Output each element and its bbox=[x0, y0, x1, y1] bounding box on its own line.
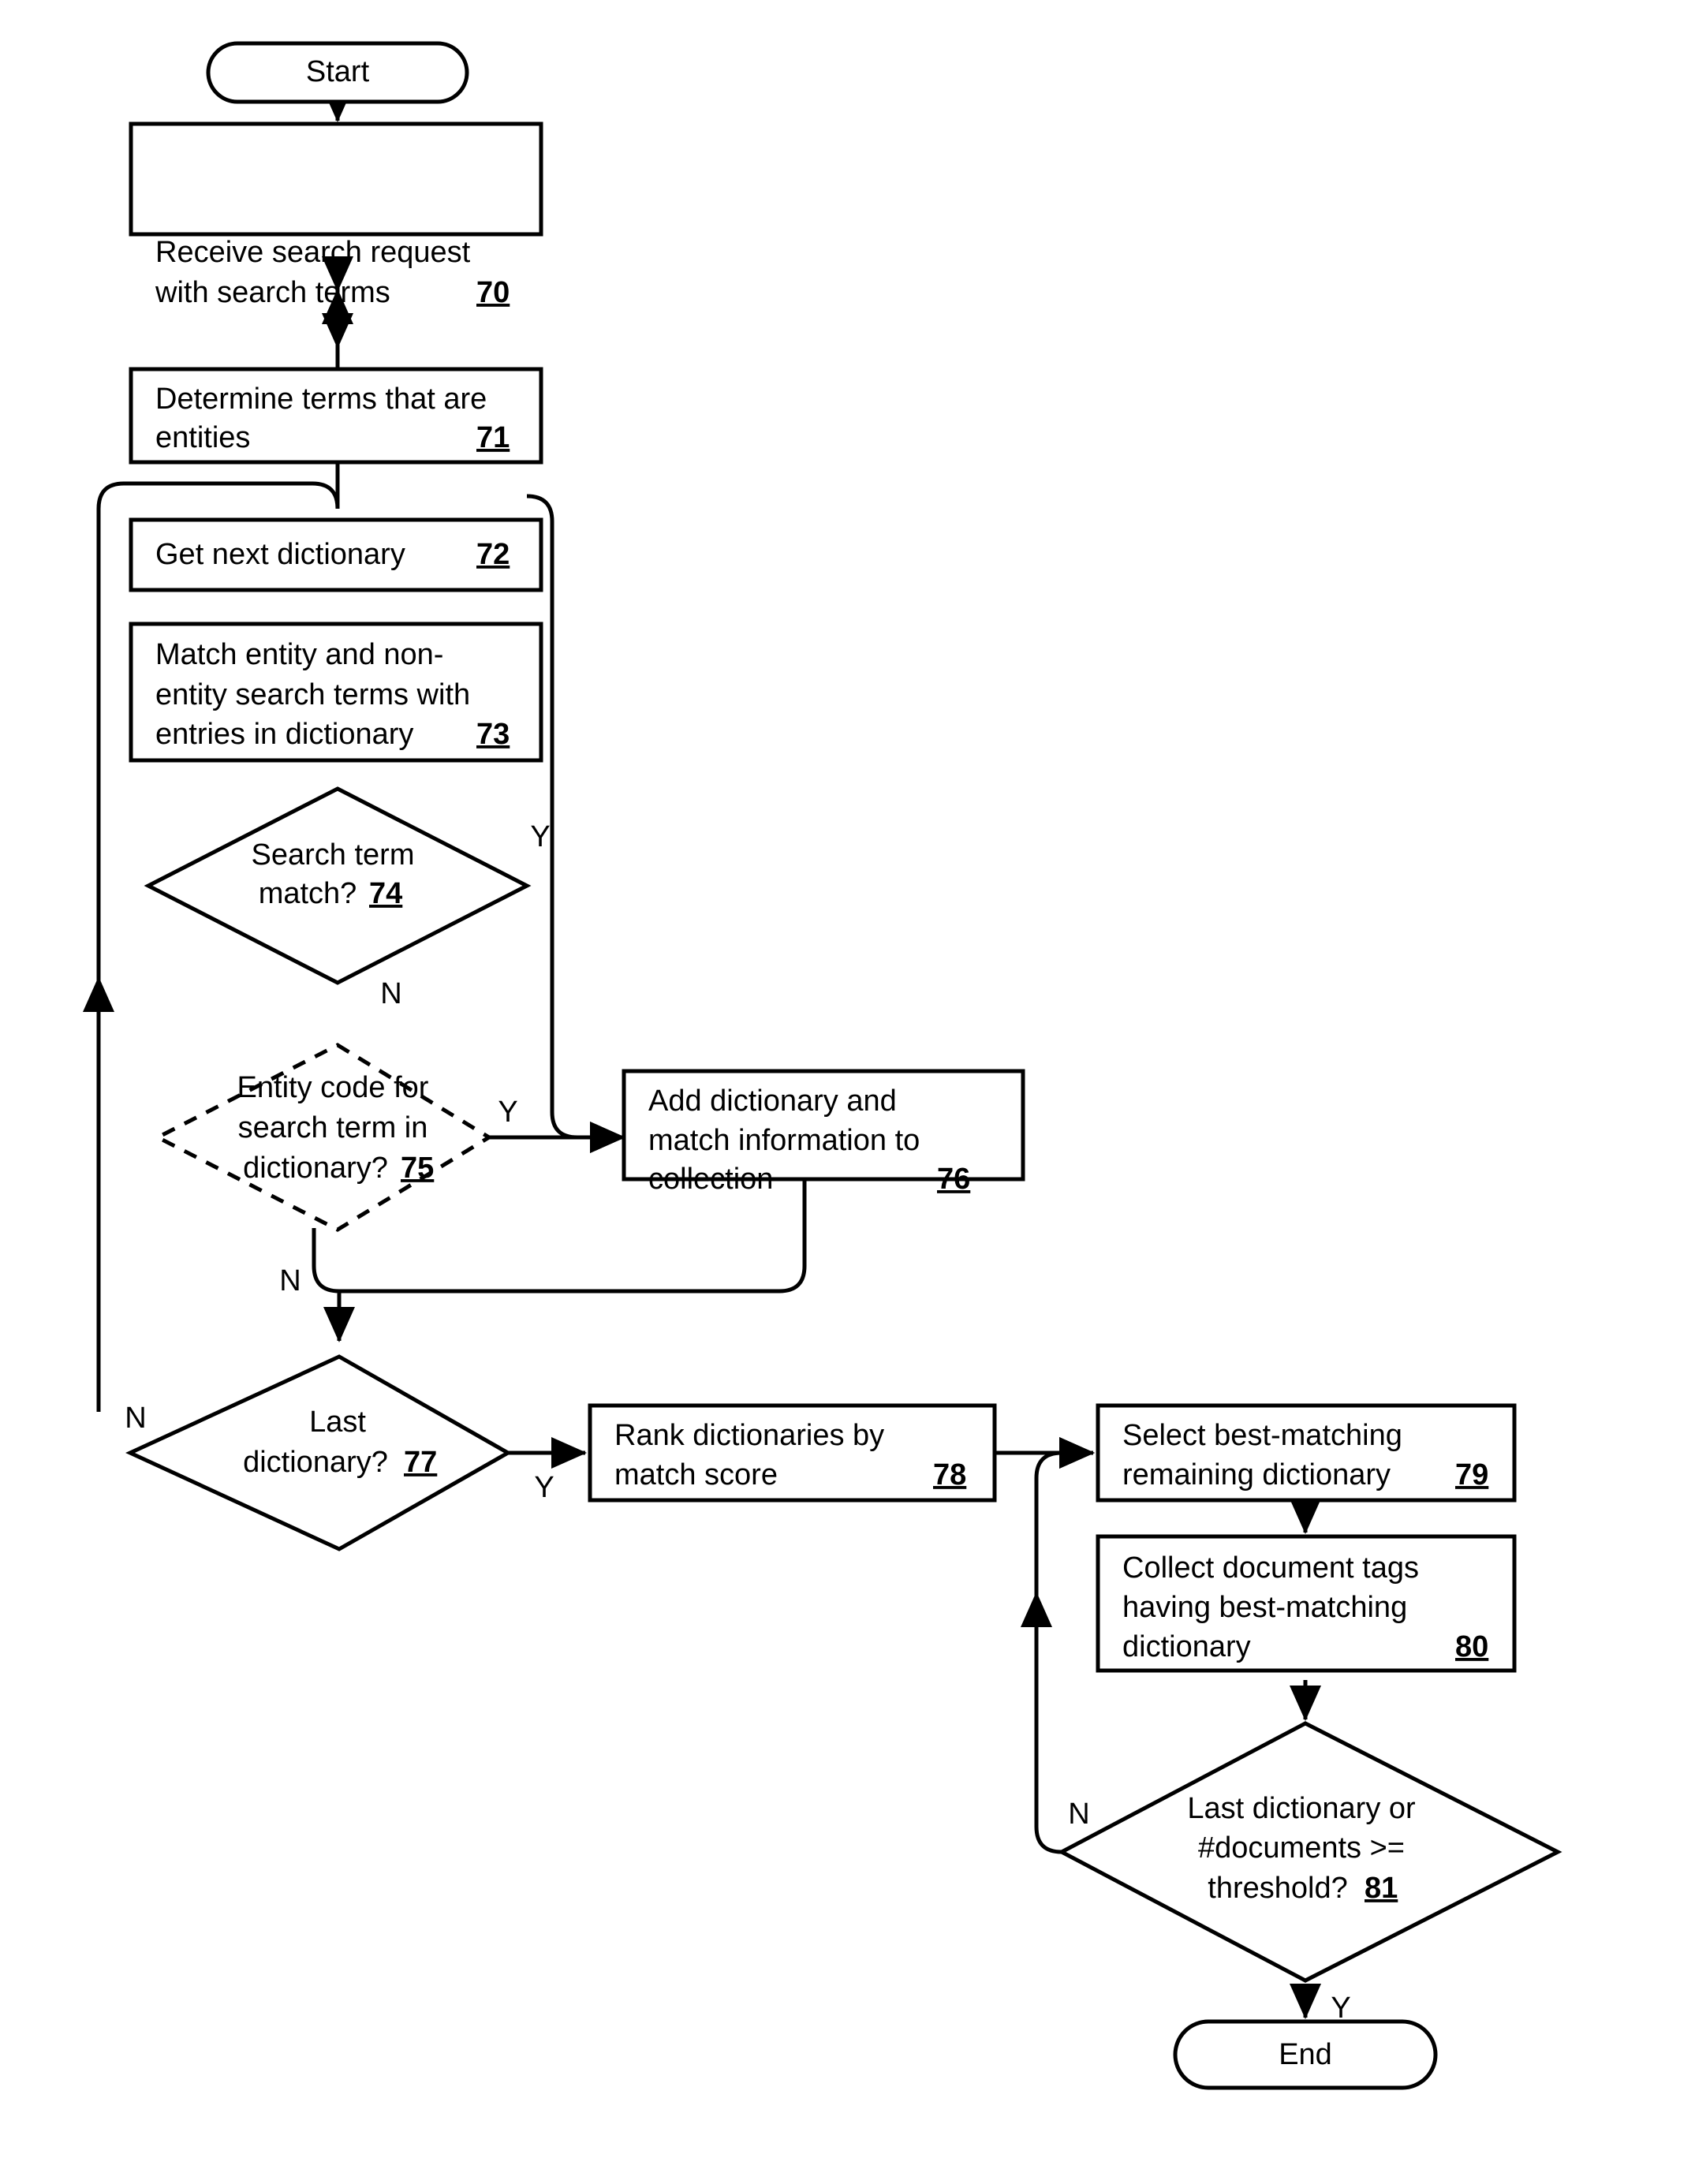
node-79-line1: Select best-matching bbox=[1122, 1419, 1402, 1452]
node-73-line1: Match entity and non- bbox=[155, 638, 443, 671]
node-74-label-yes: Y bbox=[530, 820, 550, 853]
node-75-label-no: N bbox=[279, 1264, 301, 1297]
node-76-line1: Add dictionary and bbox=[648, 1085, 897, 1118]
node-72-line1: Get next dictionary bbox=[155, 538, 405, 571]
node-71-ref: 71 bbox=[476, 421, 510, 454]
node-start-label: Start bbox=[306, 55, 370, 88]
node-75-line2: search term in bbox=[238, 1111, 428, 1144]
node-77-ref: 77 bbox=[404, 1446, 437, 1479]
node-76-line2: match information to bbox=[648, 1124, 920, 1157]
node-81-ref: 81 bbox=[1365, 1872, 1398, 1905]
node-73-line3: entries in dictionary bbox=[155, 718, 413, 751]
node-71-line2: entities bbox=[155, 421, 250, 454]
node-79-line2: remaining dictionary bbox=[1122, 1458, 1391, 1491]
flowchart-canvas: Start Receive search request with search… bbox=[0, 0, 1695, 2184]
node-74-label-no: N bbox=[380, 977, 401, 1010]
node-71-line1: Determine terms that are bbox=[155, 383, 487, 416]
node-73-line2: entity search terms with bbox=[155, 678, 470, 711]
node-80-ref: 80 bbox=[1455, 1630, 1488, 1663]
node-78-ref: 78 bbox=[933, 1458, 966, 1491]
connector-76-to-merge bbox=[339, 1179, 807, 1294]
node-70-line1: Receive search request bbox=[155, 236, 471, 269]
node-81-label-no: N bbox=[1068, 1798, 1089, 1831]
node-70-box bbox=[129, 121, 543, 237]
node-80-line1: Collect document tags bbox=[1122, 1551, 1419, 1585]
node-75-line1: Entity code for bbox=[237, 1071, 429, 1104]
node-80-line2: having best-matching bbox=[1122, 1591, 1407, 1624]
node-77-line1: Last bbox=[309, 1406, 366, 1439]
node-end-label: End bbox=[1279, 2038, 1332, 2071]
node-81-line3: threshold? bbox=[1208, 1872, 1347, 1905]
node-74-line2: match? bbox=[259, 877, 357, 910]
node-78-line1: Rank dictionaries by bbox=[614, 1419, 884, 1452]
connector-75-no-to-77 bbox=[312, 1228, 355, 1342]
flowchart-svg: Start Receive search request with search… bbox=[83, 41, 1562, 2090]
node-73-ref: 73 bbox=[476, 718, 510, 751]
node-70-ref: 70 bbox=[476, 276, 510, 309]
node-74-ref: 74 bbox=[369, 877, 402, 910]
node-75-ref: 75 bbox=[401, 1152, 434, 1185]
node-77-line2: dictionary? bbox=[243, 1446, 388, 1479]
node-81-line2: #documents >= bbox=[1198, 1831, 1405, 1865]
node-70-line2: with search terms bbox=[155, 276, 390, 309]
node-80-line3: dictionary bbox=[1122, 1630, 1251, 1663]
node-79-ref: 79 bbox=[1455, 1458, 1488, 1491]
node-75-label-yes: Y bbox=[498, 1096, 517, 1129]
node-76-line3: collection bbox=[648, 1163, 773, 1196]
node-76-ref: 76 bbox=[937, 1163, 970, 1196]
connector-81-no-to-79 bbox=[1034, 1437, 1095, 1854]
node-75-line3: dictionary? bbox=[243, 1152, 388, 1185]
node-74-line1: Search term bbox=[252, 838, 415, 872]
connector-74-yes-to-76 bbox=[526, 494, 625, 1153]
node-78-line2: match score bbox=[614, 1458, 778, 1491]
node-77-label-yes: Y bbox=[534, 1471, 554, 1504]
node-81-line1: Last dictionary or bbox=[1187, 1792, 1416, 1825]
node-77-label-no: N bbox=[125, 1402, 146, 1435]
node-72-ref: 72 bbox=[476, 538, 510, 571]
